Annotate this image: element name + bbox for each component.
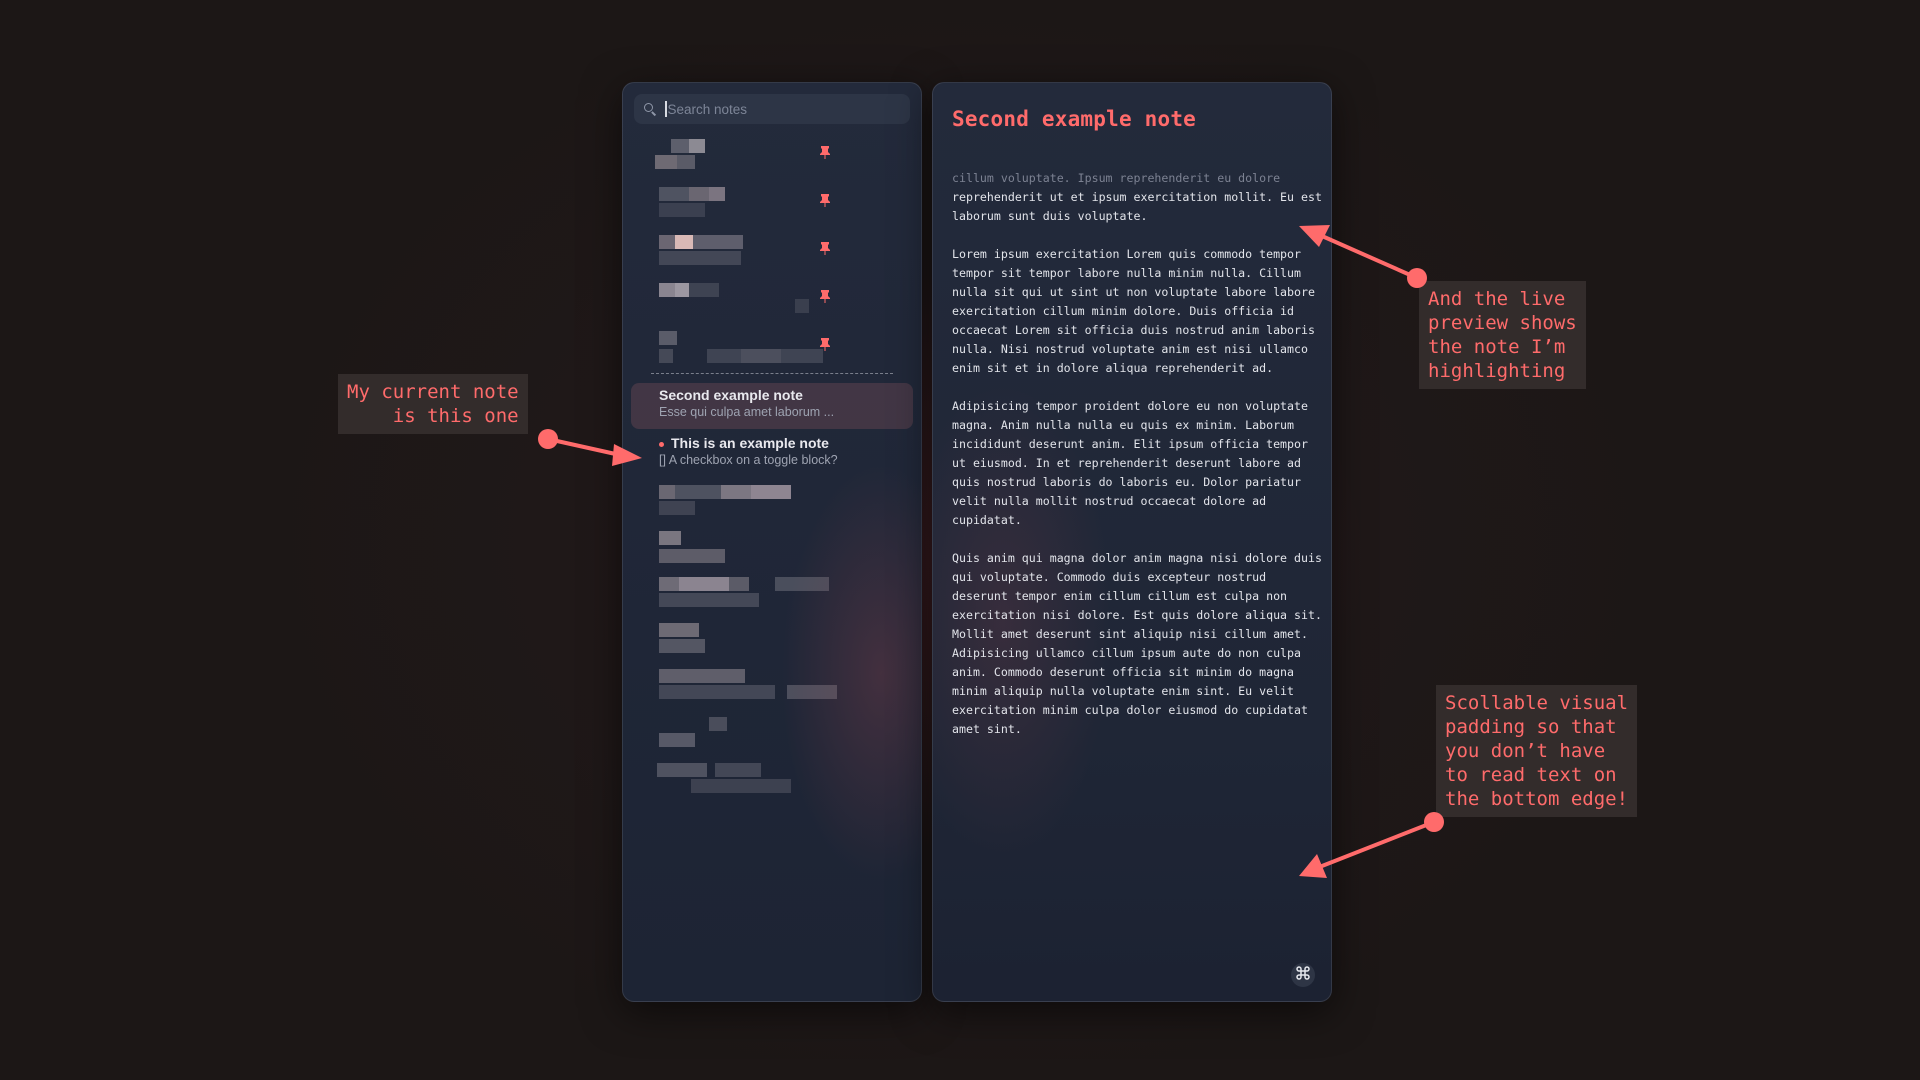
annotation-padding: Scollable visual padding so that you don…	[1436, 685, 1638, 817]
preview-title: Second example note	[952, 107, 1197, 131]
annotation-live-preview: And the live preview shows the note I’m …	[1419, 281, 1586, 389]
pinned-divider	[651, 373, 893, 374]
pin-icon[interactable]	[819, 145, 831, 159]
search-icon	[643, 102, 657, 116]
note-obscured[interactable]	[655, 623, 875, 661]
pinned-note-obscured[interactable]	[655, 331, 875, 369]
preview-paragraph: Adipisicing tempor proident dolore eu no…	[952, 399, 1308, 527]
unsaved-dot-icon	[659, 442, 664, 447]
pinned-note-obscured[interactable]	[655, 187, 875, 225]
note-list-item-active[interactable]: Second example note Esse qui culpa amet …	[631, 383, 913, 429]
preview-body[interactable]: cillum voluptate. Ipsum reprehenderit eu…	[952, 169, 1322, 758]
preview-paragraph: Lorem ipsum exercitation Lorem quis comm…	[952, 247, 1315, 375]
search-bar[interactable]	[634, 94, 910, 124]
pinned-note-obscured[interactable]	[655, 283, 875, 321]
expand-button[interactable]	[1291, 963, 1315, 987]
note-preview-panel: Second example note cillum voluptate. Ip…	[932, 82, 1332, 1002]
preview-text: reprehenderit ut et ipsum exercitation m…	[952, 190, 1322, 223]
text-caret	[665, 101, 667, 117]
pinned-note-obscured[interactable]	[655, 139, 875, 177]
pinned-note-obscured[interactable]	[655, 235, 875, 273]
note-obscured[interactable]	[655, 485, 875, 523]
pin-icon[interactable]	[819, 193, 831, 207]
annotation-current-note: My current note is this one	[338, 374, 528, 434]
note-obscured[interactable]	[655, 577, 875, 615]
note-obscured[interactable]	[655, 531, 875, 569]
preview-paragraph: Quis anim qui magna dolor anim magna nis…	[952, 551, 1322, 736]
note-obscured[interactable]	[655, 763, 875, 801]
search-input[interactable]	[667, 101, 888, 117]
preview-paragraph: cillum voluptate. Ipsum reprehenderit eu…	[952, 169, 1322, 226]
notes-sidebar: Second example note Esse qui culpa amet …	[622, 82, 922, 1002]
pin-icon[interactable]	[819, 241, 831, 255]
note-list-item[interactable]: This is an example note [] A checkbox on…	[631, 431, 913, 477]
note-obscured[interactable]	[655, 669, 875, 707]
note-preview: Esse qui culpa amet laborum ...	[659, 405, 835, 419]
preview-faded-line: cillum voluptate. Ipsum reprehenderit eu…	[952, 171, 1281, 185]
pin-icon[interactable]	[819, 337, 831, 351]
note-title: This is an example note	[671, 435, 829, 451]
pin-icon[interactable]	[819, 289, 831, 303]
expand-icon	[1296, 965, 1310, 985]
note-title: Second example note	[659, 387, 803, 403]
note-obscured[interactable]	[655, 717, 875, 755]
note-preview: [] A checkbox on a toggle block?	[659, 453, 838, 467]
